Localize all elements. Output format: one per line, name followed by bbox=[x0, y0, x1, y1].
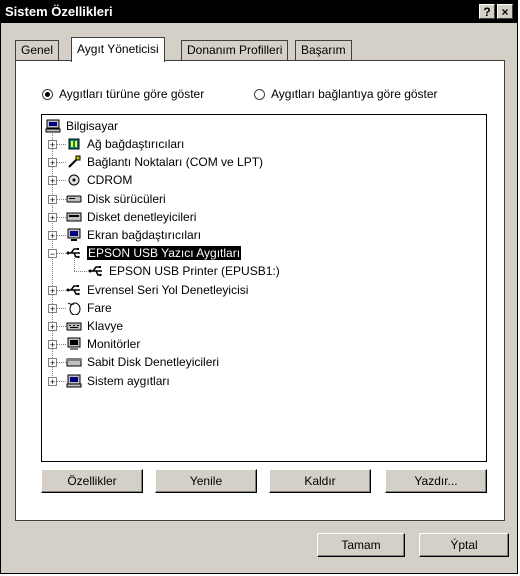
help-button[interactable]: ? bbox=[479, 4, 495, 19]
tree-item-label: EPSON USB Printer (EPUSB1:) bbox=[109, 264, 280, 279]
view-by-connection-label: Aygıtları bağlantıya göre göster bbox=[271, 87, 438, 101]
collapse-toggle-icon[interactable]: − bbox=[48, 249, 57, 259]
tree-item-label: Bağlantı Noktaları (COM ve LPT) bbox=[87, 155, 264, 170]
expand-toggle-icon[interactable]: + bbox=[48, 158, 57, 168]
tree-item[interactable]: Sabit Disk Denetleyicileri bbox=[66, 353, 219, 371]
view-by-type-label: Aygıtları türüne göre göster bbox=[59, 87, 205, 101]
tree-connector bbox=[57, 344, 66, 346]
expand-toggle-icon[interactable]: + bbox=[48, 340, 57, 350]
tree-item-label: Sabit Disk Denetleyicileri bbox=[87, 355, 220, 370]
tree-connector bbox=[57, 362, 66, 364]
expand-toggle-icon[interactable]: + bbox=[48, 212, 57, 222]
usb-icon bbox=[66, 283, 82, 297]
tree-item[interactable]: Fare bbox=[66, 299, 112, 317]
computer-icon bbox=[45, 119, 61, 133]
tree-connector bbox=[57, 235, 66, 236]
tree-item-label: Ağ bağdaştırıcıları bbox=[87, 137, 185, 151]
ok-button[interactable]: Tamam bbox=[317, 533, 405, 557]
tree-connector bbox=[57, 380, 66, 382]
title-bar: Sistem Özellikleri ? × bbox=[1, 1, 517, 23]
view-by-type-option[interactable]: Aygıtları türüne göre göster bbox=[42, 87, 204, 101]
properties-button[interactable]: Özellikler bbox=[41, 469, 143, 493]
tree-item-label: Sistem aygıtları bbox=[87, 373, 170, 388]
view-by-connection-option[interactable]: Aygıtları bağlantıya göre göster bbox=[254, 87, 438, 101]
tree-connector bbox=[57, 162, 66, 164]
remove-button[interactable]: Kaldır bbox=[269, 469, 371, 493]
expand-toggle-icon[interactable]: + bbox=[48, 231, 57, 241]
expand-toggle-icon[interactable]: + bbox=[48, 303, 57, 313]
tree-root[interactable]: Bilgisayar bbox=[45, 117, 118, 135]
close-button[interactable]: × bbox=[497, 4, 513, 19]
tree-item-label: CDROM bbox=[87, 173, 133, 188]
tree-child-item[interactable]: EPSON USB Printer (EPUSB1:) bbox=[88, 262, 280, 280]
tree-item[interactable]: Ekran bağdaştırıcıları bbox=[66, 226, 201, 244]
expand-toggle-icon[interactable]: + bbox=[48, 358, 57, 368]
keyboard-icon bbox=[66, 319, 82, 333]
radio-by-type[interactable] bbox=[42, 88, 53, 100]
network-adapter-icon bbox=[66, 137, 82, 151]
tree-item-label: Disket denetleyicileri bbox=[87, 209, 197, 224]
expand-toggle-icon[interactable]: + bbox=[48, 322, 57, 332]
cdrom-icon bbox=[66, 173, 82, 187]
tree-item-label: Monitörler bbox=[87, 337, 141, 352]
window-title: Sistem Özellikleri bbox=[5, 4, 113, 19]
expand-toggle-icon[interactable]: + bbox=[48, 176, 57, 186]
refresh-button[interactable]: Yenile bbox=[155, 469, 257, 493]
mouse-icon bbox=[66, 301, 82, 316]
tab-performance[interactable]: Başarım bbox=[295, 40, 352, 61]
tree-connector bbox=[74, 256, 75, 272]
tree-item[interactable]: Bağlantı Noktaları (COM ve LPT) bbox=[66, 153, 263, 171]
floppy-controller-icon bbox=[66, 210, 82, 224]
tree-item[interactable]: Evrensel Seri Yol Denetleyicisi bbox=[66, 281, 248, 299]
expand-toggle-icon[interactable]: + bbox=[48, 194, 57, 204]
tree-item-label: Evrensel Seri Yol Denetleyicisi bbox=[87, 282, 249, 297]
tree-item[interactable]: Disk sürücüleri bbox=[66, 190, 166, 208]
tree-connector bbox=[57, 198, 66, 200]
hard-disk-controller-icon bbox=[66, 355, 82, 369]
radio-by-connection[interactable] bbox=[254, 88, 265, 100]
expand-toggle-icon[interactable]: + bbox=[48, 376, 57, 386]
tab-hardware-profiles[interactable]: Donanım Profilleri bbox=[181, 40, 289, 61]
tab-device-manager[interactable]: Aygıt Yöneticisi bbox=[71, 37, 165, 62]
print-button[interactable]: Yazdır... bbox=[385, 469, 487, 493]
cancel-button[interactable]: Ýptal bbox=[419, 533, 509, 557]
tree-item[interactable]: Disket denetleyicileri bbox=[66, 208, 196, 226]
tree-item[interactable]: Klavye bbox=[66, 317, 123, 335]
device-tree[interactable]: Bilgisayar + Ağ bağdaştırıcıları + Bağlantı… bbox=[41, 114, 487, 462]
tree-item[interactable]: EPSON USB Yazıcı Aygıtları bbox=[66, 244, 242, 262]
tree-item[interactable]: Sistem aygıtları bbox=[66, 372, 170, 390]
system-device-icon bbox=[66, 374, 82, 388]
monitor-icon bbox=[66, 337, 82, 351]
system-properties-window: Sistem Özellikleri ? × Genel Aygıt Yönet… bbox=[0, 0, 518, 574]
tree-connector bbox=[57, 180, 66, 182]
tab-general[interactable]: Genel bbox=[15, 40, 60, 61]
tree-connector bbox=[74, 271, 87, 273]
tree-connector bbox=[57, 307, 66, 309]
tree-item[interactable]: CDROM bbox=[66, 171, 132, 189]
device-manager-panel: Aygıtları türüne göre göster Aygıtları b… bbox=[15, 60, 505, 521]
tree-item-label: Klavye bbox=[87, 319, 124, 333]
tree-connector bbox=[57, 289, 66, 291]
tree-item-label: Disk sürücüleri bbox=[87, 191, 166, 206]
display-adapter-icon bbox=[66, 228, 82, 242]
tree-item-label: Fare bbox=[87, 300, 112, 315]
tree-item[interactable]: Monitörler bbox=[66, 335, 140, 353]
expand-toggle-icon[interactable]: + bbox=[48, 285, 57, 295]
tree-connector bbox=[57, 326, 66, 327]
disk-drive-icon bbox=[66, 192, 82, 206]
port-icon bbox=[66, 155, 82, 169]
tree-connector bbox=[57, 253, 66, 255]
tree-connector bbox=[57, 216, 66, 218]
tree-item-label: Ekran bağdaştırıcıları bbox=[87, 228, 202, 242]
expand-toggle-icon[interactable]: + bbox=[48, 140, 57, 150]
tree-item[interactable]: Ağ bağdaştırıcıları bbox=[66, 135, 184, 153]
usb-icon bbox=[88, 264, 104, 278]
tree-item-label: EPSON USB Yazıcı Aygıtları bbox=[87, 246, 242, 261]
tree-connector bbox=[57, 144, 66, 145]
tree-root-label: Bilgisayar bbox=[66, 119, 119, 133]
